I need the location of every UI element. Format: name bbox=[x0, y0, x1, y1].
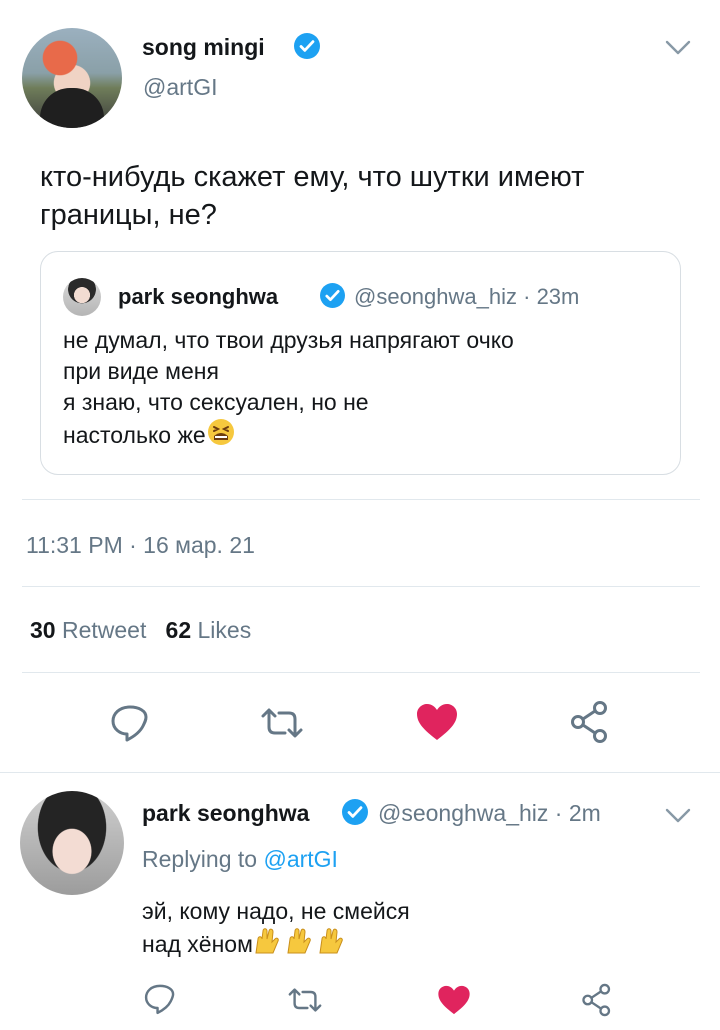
chevron-down-icon[interactable] bbox=[664, 38, 692, 58]
tweet-text: кто-нибудь скажет ему, что шутки имеют г… bbox=[40, 158, 680, 234]
quoted-text-line: я знаю, что сексуален, но не bbox=[63, 389, 369, 415]
quoted-time: · 23m bbox=[523, 284, 580, 309]
retweet-icon[interactable] bbox=[257, 706, 307, 740]
divider bbox=[0, 772, 720, 773]
author-name[interactable]: song mingi bbox=[142, 34, 265, 61]
raising-hands-emoji bbox=[253, 927, 349, 963]
divider bbox=[22, 672, 700, 673]
quoted-text-line: при виде меня bbox=[63, 358, 219, 384]
reply-text-line: эй, кому надо, не смейся bbox=[142, 898, 410, 924]
reply-author-name[interactable]: park seonghwa bbox=[142, 800, 309, 827]
divider bbox=[22, 586, 700, 587]
quoted-author-avatar bbox=[63, 278, 101, 316]
reply-author-handle[interactable]: @seonghwa_hiz · 2m bbox=[378, 800, 601, 827]
retweets-stat[interactable]: 30 Retweet bbox=[30, 617, 146, 643]
reply-text-line: над хёном bbox=[142, 927, 410, 963]
tweet-text-line: границы, не? bbox=[40, 199, 217, 231]
tweet-timestamp[interactable]: 11:31 PM · 16 мар. 21 bbox=[26, 532, 255, 559]
verified-badge-icon bbox=[320, 283, 345, 308]
retweets-count: 30 bbox=[30, 617, 56, 643]
likes-stat[interactable]: 62 Likes bbox=[166, 617, 252, 643]
divider bbox=[22, 499, 700, 500]
tweet-stats: 30 Retweet 62 Likes bbox=[30, 617, 251, 644]
chevron-down-icon[interactable] bbox=[664, 806, 692, 826]
replying-handle-link[interactable]: @artGI bbox=[263, 846, 337, 872]
reply-text-last: над хёном bbox=[142, 931, 253, 957]
verified-badge-icon bbox=[294, 33, 320, 59]
share-icon[interactable] bbox=[568, 700, 612, 744]
likes-count: 62 bbox=[165, 617, 192, 643]
share-icon[interactable] bbox=[580, 982, 614, 1018]
replying-to: Replying to @artGI bbox=[142, 846, 338, 873]
reply-handle-text: @seonghwa_hiz bbox=[378, 800, 549, 826]
author-handle[interactable]: @artGI bbox=[143, 74, 217, 101]
retweets-label: Retweet bbox=[61, 617, 147, 643]
reply-icon[interactable] bbox=[142, 982, 178, 1016]
retweet-icon[interactable] bbox=[285, 986, 325, 1014]
reply-text: эй, кому надо, не смейся над хёном bbox=[142, 896, 410, 963]
quoted-text-last: настолько же bbox=[63, 422, 206, 448]
heart-icon[interactable] bbox=[414, 702, 460, 742]
quoted-author-name: park seonghwa bbox=[118, 284, 279, 309]
heart-icon[interactable] bbox=[436, 984, 472, 1016]
quoted-author-handle: @seonghwa_hiz · 23m bbox=[354, 284, 579, 310]
reply-time: · 2m bbox=[554, 800, 601, 826]
tired-face-emoji bbox=[206, 418, 236, 454]
verified-badge-icon bbox=[342, 799, 368, 825]
quoted-handle-text: @seonghwa_hiz bbox=[354, 284, 517, 309]
quoted-tweet-card[interactable]: park seonghwa @seonghwa_hiz · 23m не дум… bbox=[40, 251, 681, 475]
tweet-text-line: кто-нибудь скажет ему, что шутки имеют bbox=[40, 161, 585, 193]
reply-author-avatar[interactable] bbox=[20, 791, 124, 895]
reply-icon[interactable] bbox=[108, 703, 152, 743]
likes-label: Likes bbox=[197, 617, 252, 643]
author-avatar[interactable] bbox=[22, 28, 122, 128]
quoted-text-line: не думал, что твои друзья напрягают очко bbox=[63, 327, 514, 353]
quoted-tweet-text: не думал, что твои друзья напрягают очко… bbox=[63, 325, 653, 454]
replying-prefix: Replying to bbox=[142, 846, 258, 872]
quoted-text-line: настолько же bbox=[63, 418, 653, 454]
